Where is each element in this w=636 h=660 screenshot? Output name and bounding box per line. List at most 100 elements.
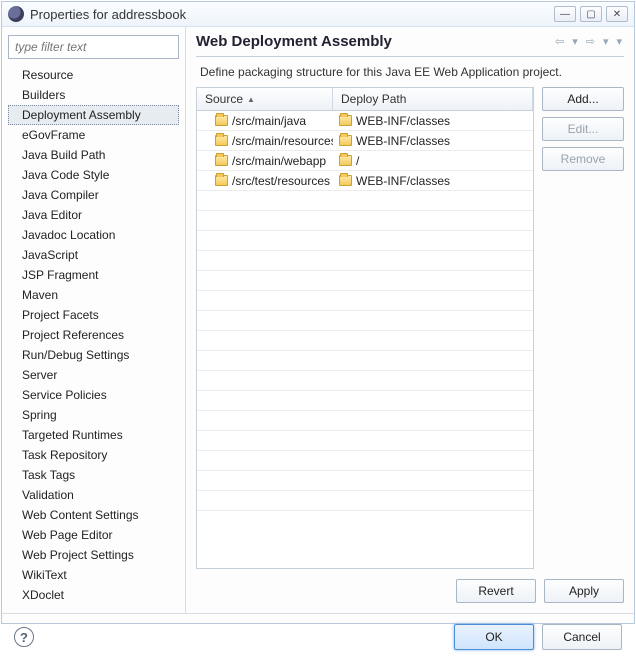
tree-item-label: Service Policies bbox=[22, 388, 107, 402]
tree-item-xdoclet[interactable]: XDoclet bbox=[8, 585, 179, 605]
tree-item-run-debug-settings[interactable]: Run/Debug Settings bbox=[8, 345, 179, 365]
folder-icon bbox=[339, 175, 352, 186]
tree-item-label: WikiText bbox=[22, 568, 67, 582]
tree-item-web-project-settings[interactable]: Web Project Settings bbox=[8, 545, 179, 565]
cell-source: /src/test/resources bbox=[232, 174, 330, 188]
tree-item-service-policies[interactable]: Service Policies bbox=[8, 385, 179, 405]
tree-item-maven[interactable]: Maven bbox=[8, 285, 179, 305]
table-row bbox=[197, 291, 533, 311]
tree-item-web-content-settings[interactable]: Web Content Settings bbox=[8, 505, 179, 525]
table-row bbox=[197, 391, 533, 411]
tree-item-task-repository[interactable]: Task Repository bbox=[8, 445, 179, 465]
tree-item-label: Targeted Runtimes bbox=[22, 428, 123, 442]
tree-item-label: Validation bbox=[22, 488, 74, 502]
tree-item-server[interactable]: Server bbox=[8, 365, 179, 385]
tree-item-label: JavaScript bbox=[22, 248, 78, 262]
eclipse-icon bbox=[8, 6, 24, 22]
tree-item-project-facets[interactable]: Project Facets bbox=[8, 305, 179, 325]
tree-item-javadoc-location[interactable]: Javadoc Location bbox=[8, 225, 179, 245]
back-drop-icon[interactable]: ▾ bbox=[570, 35, 580, 48]
tree-item-java-editor[interactable]: Java Editor bbox=[8, 205, 179, 225]
folder-icon bbox=[339, 135, 352, 146]
ok-button[interactable]: OK bbox=[454, 624, 534, 650]
table-row bbox=[197, 411, 533, 431]
tree-item-project-references[interactable]: Project References bbox=[8, 325, 179, 345]
cell-source: /src/main/java bbox=[232, 114, 306, 128]
tree-item-label: eGovFrame bbox=[22, 128, 85, 142]
table-row[interactable]: /src/main/resourcesWEB-INF/classes bbox=[197, 131, 533, 151]
folder-icon bbox=[339, 115, 352, 126]
folder-icon bbox=[215, 135, 228, 146]
tree-item-label: Java Build Path bbox=[22, 148, 105, 162]
table-row bbox=[197, 451, 533, 471]
revert-button[interactable]: Revert bbox=[456, 579, 536, 603]
table-row bbox=[197, 351, 533, 371]
tree-item-label: Run/Debug Settings bbox=[22, 348, 129, 362]
folder-icon bbox=[215, 175, 228, 186]
cancel-button[interactable]: Cancel bbox=[542, 624, 622, 650]
tree-item-label: Maven bbox=[22, 288, 58, 302]
sort-asc-icon: ▲ bbox=[247, 95, 255, 104]
tree-item-wikitext[interactable]: WikiText bbox=[8, 565, 179, 585]
table-row[interactable]: /src/main/webapp/ bbox=[197, 151, 533, 171]
table-row bbox=[197, 211, 533, 231]
table-row bbox=[197, 471, 533, 491]
table-row[interactable]: /src/test/resourcesWEB-INF/classes bbox=[197, 171, 533, 191]
folder-icon bbox=[339, 155, 352, 166]
tree-item-label: Task Repository bbox=[22, 448, 107, 462]
tree-item-java-code-style[interactable]: Java Code Style bbox=[8, 165, 179, 185]
tree-item-validation[interactable]: Validation bbox=[8, 485, 179, 505]
forward-drop-icon[interactable]: ▾ bbox=[601, 35, 611, 48]
page-title: Web Deployment Assembly bbox=[196, 33, 553, 50]
column-deploy-header[interactable]: Deploy Path bbox=[333, 88, 533, 110]
minimize-button[interactable]: — bbox=[554, 6, 576, 22]
table-row bbox=[197, 491, 533, 511]
table-row bbox=[197, 311, 533, 331]
tree-item-label: Javadoc Location bbox=[22, 228, 115, 242]
tree-item-javascript[interactable]: JavaScript bbox=[8, 245, 179, 265]
tree-item-jsp-fragment[interactable]: JSP Fragment bbox=[8, 265, 179, 285]
add-button[interactable]: Add... bbox=[542, 87, 624, 111]
close-button[interactable]: ✕ bbox=[606, 6, 628, 22]
tree-item-targeted-runtimes[interactable]: Targeted Runtimes bbox=[8, 425, 179, 445]
cell-source: /src/main/webapp bbox=[232, 154, 326, 168]
table-row bbox=[197, 231, 533, 251]
tree-item-java-build-path[interactable]: Java Build Path bbox=[8, 145, 179, 165]
tree-item-label: Web Project Settings bbox=[22, 548, 134, 562]
back-icon[interactable]: ⇦ bbox=[553, 35, 566, 48]
table-row bbox=[197, 191, 533, 211]
menu-drop-icon[interactable]: ▾ bbox=[614, 35, 624, 48]
tree-item-label: Builders bbox=[22, 88, 65, 102]
page-description: Define packaging structure for this Java… bbox=[196, 65, 624, 79]
help-icon[interactable]: ? bbox=[14, 627, 34, 647]
table-row bbox=[197, 371, 533, 391]
tree-item-task-tags[interactable]: Task Tags bbox=[8, 465, 179, 485]
column-deploy-label: Deploy Path bbox=[341, 92, 406, 106]
tree-item-builders[interactable]: Builders bbox=[8, 85, 179, 105]
tree-item-egovframe[interactable]: eGovFrame bbox=[8, 125, 179, 145]
table-row[interactable]: /src/main/java WEB-INF/classes bbox=[197, 111, 533, 131]
tree-item-label: Project Facets bbox=[22, 308, 99, 322]
tree-item-label: Resource bbox=[22, 68, 73, 82]
column-source-label: Source bbox=[205, 92, 243, 106]
tree-item-label: Project References bbox=[22, 328, 124, 342]
tree-item-spring[interactable]: Spring bbox=[8, 405, 179, 425]
tree-item-java-compiler[interactable]: Java Compiler bbox=[8, 185, 179, 205]
apply-button[interactable]: Apply bbox=[544, 579, 624, 603]
tree-item-label: Web Page Editor bbox=[22, 528, 113, 542]
forward-icon[interactable]: ⇨ bbox=[584, 35, 597, 48]
edit-button: Edit... bbox=[542, 117, 624, 141]
table-row bbox=[197, 251, 533, 271]
cell-source: /src/main/resources bbox=[232, 134, 333, 148]
assembly-table: Source ▲ Deploy Path /src/main/java WEB-I… bbox=[196, 87, 534, 569]
category-tree: Resource Builders Deployment Assembly eGovF… bbox=[8, 65, 179, 605]
filter-input[interactable] bbox=[8, 35, 179, 59]
cell-deploy: WEB-INF/classes bbox=[356, 114, 450, 128]
tree-item-deployment-assembly[interactable]: Deployment Assembly bbox=[8, 105, 179, 125]
maximize-button[interactable]: ▢ bbox=[580, 6, 602, 22]
column-source-header[interactable]: Source ▲ bbox=[197, 88, 333, 110]
tree-item-resource[interactable]: Resource bbox=[8, 65, 179, 85]
table-row bbox=[197, 431, 533, 451]
tree-item-label: Task Tags bbox=[22, 468, 75, 482]
tree-item-web-page-editor[interactable]: Web Page Editor bbox=[8, 525, 179, 545]
